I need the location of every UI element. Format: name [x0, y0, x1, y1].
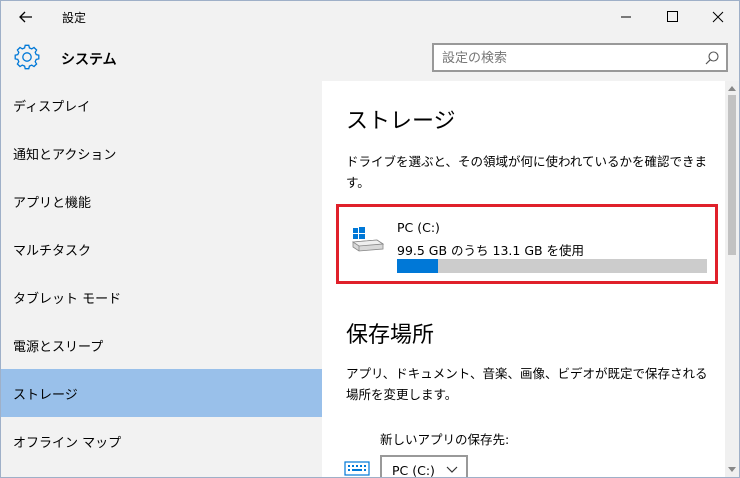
content-scrollbar[interactable] [725, 81, 739, 477]
drive-icon [351, 227, 385, 252]
sidebar-item-multitasking[interactable]: マルチタスク [1, 225, 322, 273]
keyboard-icon [344, 461, 370, 476]
sidebar-item-label: オフライン マップ [13, 436, 122, 451]
new-apps-label: 新しいアプリの保存先: [380, 432, 510, 447]
title-bar: 設定 [1, 1, 739, 33]
maximize-button[interactable] [649, 1, 695, 33]
sidebar-item-label: 通知とアクション [13, 148, 117, 163]
sidebar-item-power-sleep[interactable]: 電源とスリープ [1, 321, 322, 369]
minimize-button[interactable] [603, 1, 649, 33]
save-locations-description: アプリ、ドキュメント、音楽、画像、ビデオが既定で保存される場所を変更します。 [346, 366, 708, 402]
sidebar-item-label: ストレージ [13, 388, 78, 403]
sidebar: ディスプレイ 通知とアクション アプリと機能 マルチタスク タブレット モード … [1, 81, 322, 477]
back-button[interactable] [13, 5, 39, 29]
maximize-icon [667, 11, 678, 22]
close-button[interactable] [695, 1, 739, 33]
sidebar-item-notifications[interactable]: 通知とアクション [1, 129, 322, 177]
search-icon[interactable] [704, 50, 720, 66]
search-input[interactable] [442, 48, 692, 68]
chevron-down-icon [446, 466, 458, 473]
select-value: PC (C:) [392, 463, 435, 478]
settings-header: システム [1, 33, 739, 81]
search-box[interactable] [432, 43, 728, 72]
sidebar-item-offline-maps[interactable]: オフライン マップ [1, 417, 322, 465]
usage-bar [397, 259, 707, 273]
sidebar-item-label: マルチタスク [13, 244, 92, 259]
sidebar-item-tablet-mode[interactable]: タブレット モード [1, 273, 322, 321]
storage-description: ドライブを選ぶと、その領域が何に使われているかを確認できます。 [346, 154, 708, 190]
sidebar-item-label: ディスプレイ [13, 100, 91, 115]
back-arrow-icon [19, 11, 32, 23]
sidebar-item-storage[interactable]: ストレージ [1, 369, 322, 417]
scroll-down-arrow-icon[interactable] [728, 467, 736, 473]
sidebar-item-display[interactable]: ディスプレイ [1, 81, 322, 129]
new-apps-location-select[interactable]: PC (C:) [380, 455, 468, 478]
save-locations-heading: 保存場所 [346, 323, 435, 348]
gear-icon [14, 44, 40, 70]
page-title: システム [61, 52, 117, 68]
sidebar-item-label: アプリと機能 [13, 196, 92, 211]
close-icon [712, 11, 724, 23]
storage-heading: ストレージ [346, 109, 456, 134]
main-content: ストレージ ドライブを選ぶと、その領域が何に使われているかを確認できます。 PC… [322, 81, 739, 478]
sidebar-item-label: 電源とスリープ [13, 340, 104, 355]
minimize-icon [621, 16, 631, 18]
sidebar-item-apps[interactable]: アプリと機能 [1, 177, 322, 225]
window-title: 設定 [62, 11, 87, 25]
scroll-thumb[interactable] [728, 95, 736, 255]
sidebar-item-label: タブレット モード [13, 292, 122, 307]
drive-usage-text: 99.5 GB のうち 13.1 GB を使用 [397, 243, 585, 258]
settings-window: 設定 システム 設定の検索 ディスプレイ 通知とアクション アプリと機能 マルチ… [0, 0, 740, 478]
drive-name: PC (C:) [397, 220, 440, 235]
usage-bar-fill [397, 259, 438, 273]
scroll-up-arrow-icon[interactable] [728, 85, 736, 91]
drive-tile[interactable]: PC (C:) 99.5 GB のうち 13.1 GB を使用 [336, 204, 718, 284]
